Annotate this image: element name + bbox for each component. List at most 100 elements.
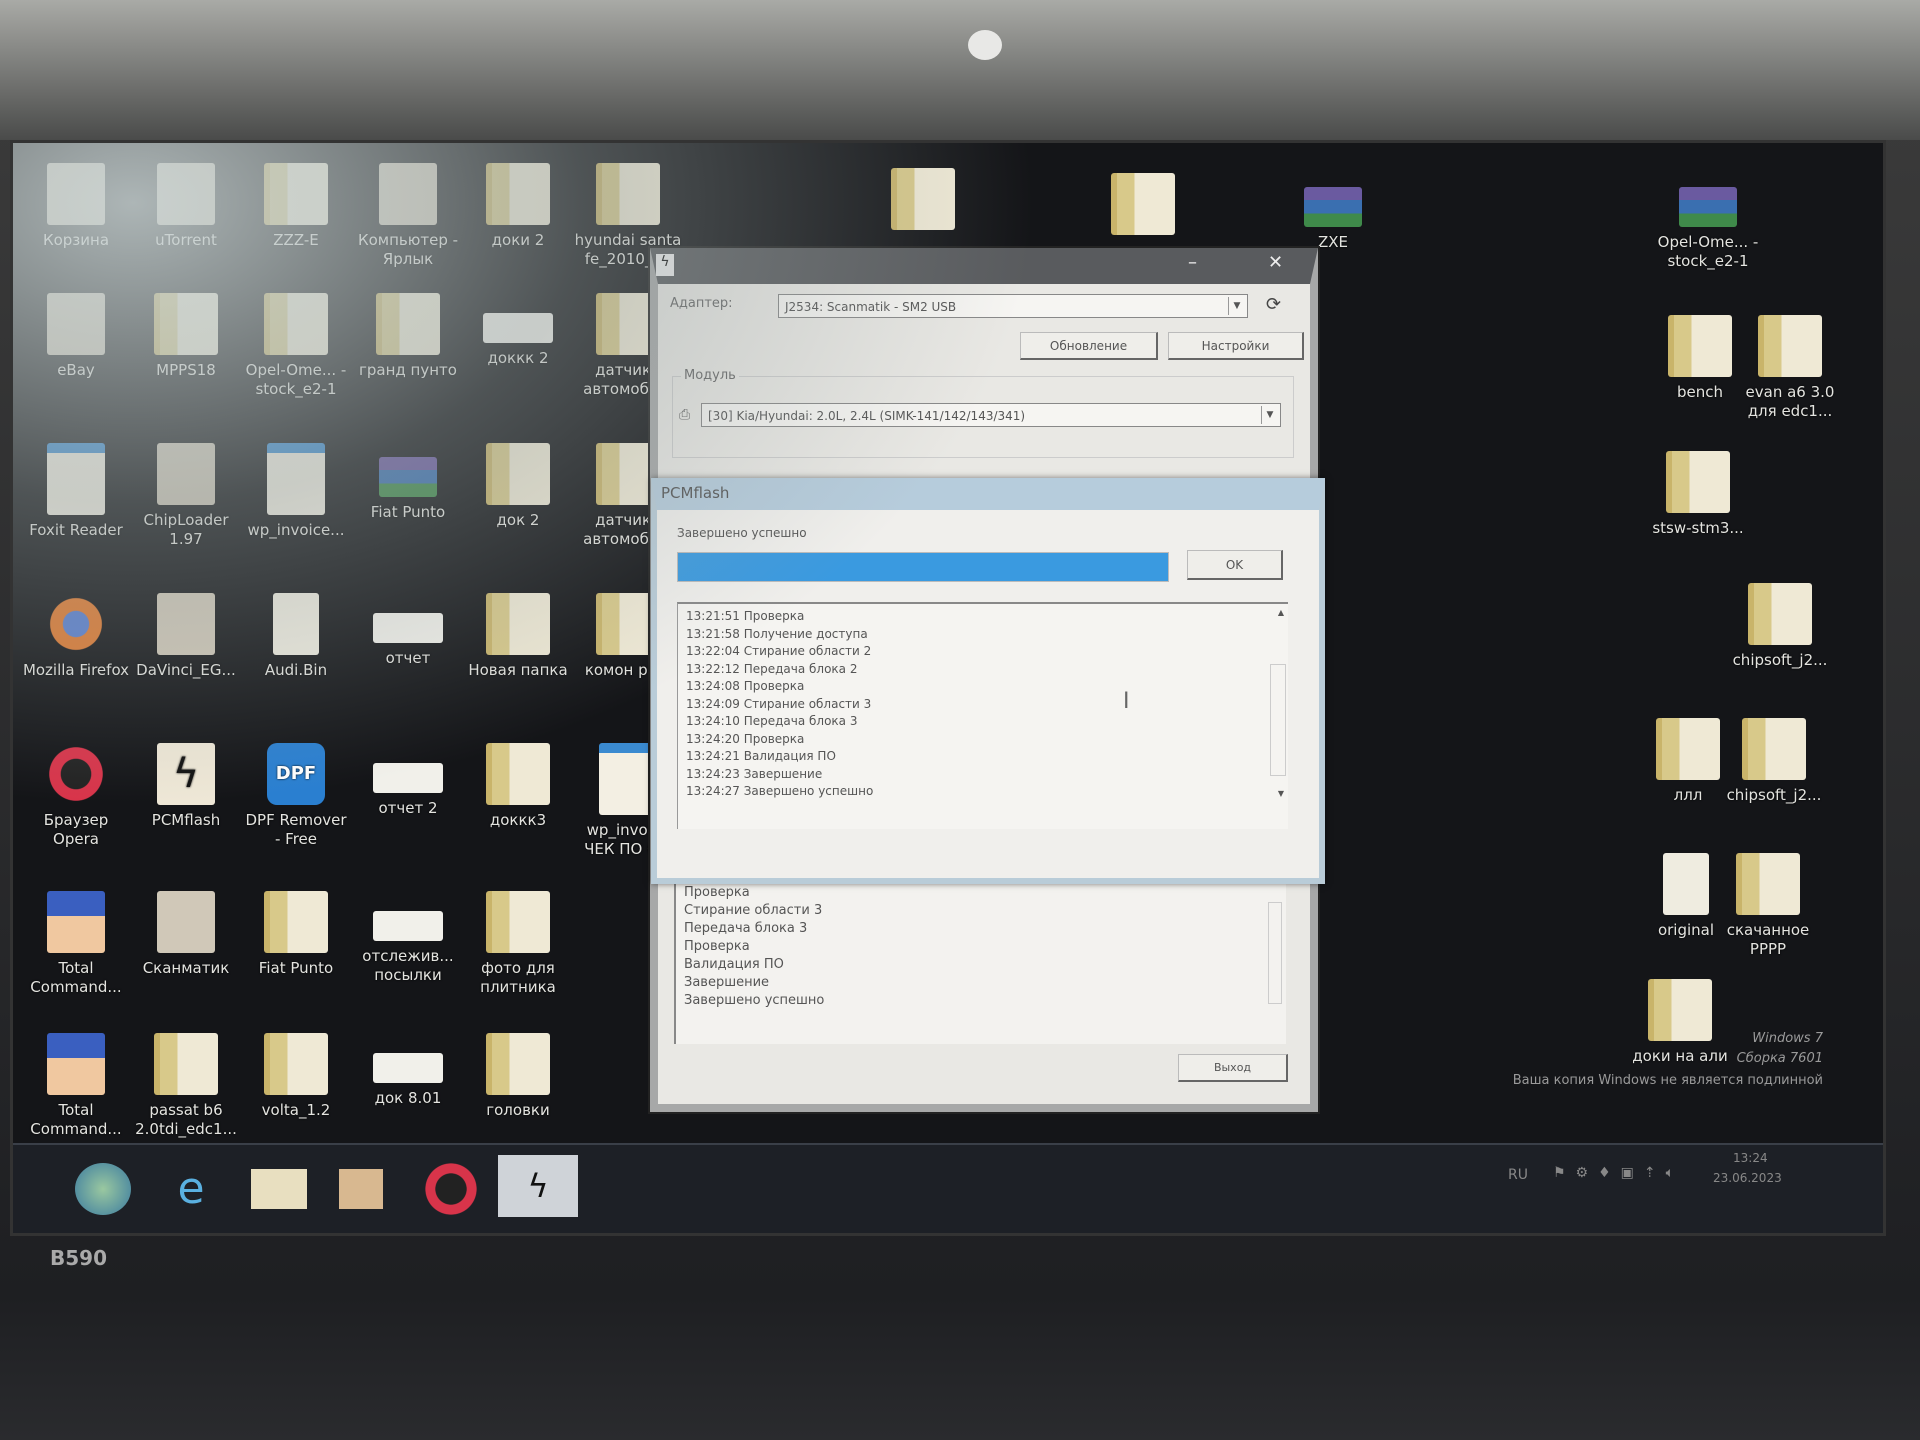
desktop-icon-opel-ome-stock-e2-1[interactable]: Opel-Ome... - stock_e2-1 (241, 293, 351, 399)
desktop-icon-браузер-opera[interactable]: Браузер Opera (21, 743, 131, 849)
desktop-icon-folder[interactable] (868, 168, 978, 236)
desktop-icon-mpps18[interactable]: MPPS18 (131, 293, 241, 380)
desktop-icon-total-command[interactable]: Total Command... (21, 1033, 131, 1139)
desktop-icon-chipsoft-j2[interactable]: chipsoft_j2... (1719, 718, 1829, 805)
update-button[interactable]: Обновление (1020, 332, 1158, 360)
desktop-icon-utorrent[interactable]: uTorrent (131, 163, 241, 250)
log-line: 13:24:21 Валидация ПО (686, 749, 836, 763)
scrollbar[interactable] (1268, 902, 1282, 1004)
opera-icon[interactable] (423, 1163, 479, 1215)
exit-button[interactable]: Выход (1178, 1054, 1288, 1082)
icon-label: отчет (385, 649, 431, 667)
desktop-icon-компьютер-ярлык[interactable]: Компьютер - Ярлык (353, 163, 463, 269)
folder-icon (1111, 173, 1175, 235)
chevron-down-icon: ▼ (1261, 406, 1278, 424)
desktop-icon-сканматик[interactable]: Сканматик (131, 891, 241, 978)
icon-label: Новая папка (468, 661, 568, 679)
desktop-icon-passat-b6-2-0tdi-edc1[interactable]: passat b6 2.0tdi_edc1... (131, 1033, 241, 1139)
opera-icon (47, 743, 105, 805)
desktop-icon-доккк-2[interactable]: доккк 2 (463, 293, 573, 368)
icon-label: доккк3 (489, 811, 547, 829)
desktop-icon-отслежив-посылки[interactable]: отслежив... посылки (353, 891, 463, 985)
icon-label: доккк 2 (487, 349, 549, 367)
app-icon (157, 593, 215, 655)
desktop-icon-новая-папка[interactable]: Новая папка (463, 593, 573, 680)
desktop-icon-доккк3[interactable]: доккк3 (463, 743, 573, 830)
taskbar: e ϟ RU ⚑⚙♦▣⇡🔈︎ 13:24 23.06.2023 (13, 1143, 1883, 1233)
desktop-icon-audi-bin[interactable]: Audi.Bin (241, 593, 351, 680)
minimize-button[interactable]: – (1188, 252, 1197, 273)
desktop-icon-evan-a6-3-0-для-edc1[interactable]: evan a6 3.0 для edc1... (1735, 315, 1845, 421)
desktop-icon-pcmflash[interactable]: ϟ PCMflash (131, 743, 241, 830)
desktop-icon-folder[interactable] (1088, 173, 1198, 241)
file-explorer-icon[interactable] (251, 1169, 307, 1209)
desktop-icon-головки[interactable]: головки (463, 1033, 573, 1120)
desktop-icon-корзина[interactable]: Корзина (21, 163, 131, 250)
log-line: Проверка (684, 885, 750, 900)
scroll-up-icon[interactable]: ▲ (1278, 608, 1284, 617)
file-icon (1663, 853, 1709, 915)
desktop-icon-док-8-01[interactable]: док 8.01 (353, 1033, 463, 1108)
desktop-icon-wp-invoice[interactable]: wp_invoice... (241, 443, 351, 540)
desktop-icon-opel-ome-stock-e2-1[interactable]: Opel-Ome... - stock_e2-1 (1653, 173, 1763, 271)
desktop-icon-chiploader-1-97[interactable]: ChipLoader 1.97 (131, 443, 241, 549)
desktop-icon-отчет-2[interactable]: отчет 2 (353, 743, 463, 818)
app-icon (47, 293, 105, 355)
refresh-icon[interactable]: ⟳ (1266, 294, 1281, 315)
pcmflash-dialog: PCMflash Завершено успешно OK 13:21:51 П… (651, 478, 1325, 884)
language-indicator[interactable]: RU (1508, 1167, 1528, 1183)
desktop-icon-скачанное-pppp[interactable]: скачанное PPPP (1713, 853, 1823, 959)
lock-icon[interactable]: ⎙ (679, 407, 690, 423)
desktop-icon-total-command[interactable]: Total Command... (21, 891, 131, 997)
desktop-icon-док-2[interactable]: док 2 (463, 443, 573, 530)
start-button[interactable] (75, 1163, 131, 1215)
desktop-icon-fiat-punto[interactable]: Fiat Punto (353, 443, 463, 522)
desktop-icon-chipsoft-j2[interactable]: chipsoft_j2... (1725, 583, 1835, 670)
folder-icon (1648, 979, 1712, 1041)
tray-icons[interactable]: ⚑⚙♦▣⇡🔈︎ (1553, 1165, 1684, 1181)
desktop-icon-отчет[interactable]: отчет (353, 593, 463, 668)
desktop-icon-foxit-reader[interactable]: Foxit Reader (21, 443, 131, 540)
media-player-icon[interactable] (339, 1169, 383, 1209)
desktop-icon-zxe[interactable]: ZXE (1278, 173, 1388, 252)
internet-explorer-icon[interactable]: e (163, 1163, 219, 1215)
scrollbar-thumb[interactable] (1270, 664, 1286, 776)
doc-icon (373, 911, 443, 941)
icon-label: eBay (57, 361, 95, 379)
main-log: Проверка Стирание области 3 Передача блока… (674, 884, 1286, 1044)
desktop-icon-stsw-stm3[interactable]: stsw-stm3... (1643, 451, 1753, 538)
desktop-icon-доки-2[interactable]: доки 2 (463, 163, 573, 250)
settings-button[interactable]: Настройки (1168, 332, 1304, 360)
folder-icon (376, 293, 440, 355)
icon-label: Audi.Bin (264, 661, 328, 679)
module-select[interactable]: [30] Kia/Hyundai: 2.0L, 2.4L (SIMK-141/1… (701, 403, 1281, 427)
pcmflash-taskbar-icon[interactable]: ϟ (498, 1155, 578, 1217)
desktop-icon-zzz-e[interactable]: ZZZ-E (241, 163, 351, 250)
pcm-icon: ϟ (157, 743, 215, 805)
log-line: 13:21:51 Проверка (686, 609, 805, 623)
icon-label: wp_invoice... (247, 521, 345, 539)
icon-label: скачанное PPPP (1726, 921, 1810, 958)
desktop-icon-davinci-eg[interactable]: DaVinci_EG... (131, 593, 241, 680)
watermark-line2: Сборка 7601 (1736, 1051, 1823, 1066)
desktop-icon-fiat-punto[interactable]: Fiat Punto (241, 891, 351, 978)
desktop-icon-volta-1-2[interactable]: volta_1.2 (241, 1033, 351, 1120)
rar-icon (1679, 187, 1737, 227)
desktop-icon-dpf-remover-free[interactable]: DPF DPF Remover - Free (241, 743, 351, 849)
desktop-icon-доки-на-али[interactable]: доки на али (1625, 979, 1735, 1066)
clock-time[interactable]: 13:24 (1733, 1151, 1768, 1165)
app-icon (157, 891, 215, 953)
icon-label: ChipLoader 1.97 (143, 511, 229, 548)
ok-button[interactable]: OK (1187, 550, 1283, 580)
desktop-icon-ebay[interactable]: eBay (21, 293, 131, 380)
folder-icon (154, 293, 218, 355)
close-button[interactable]: ✕ (1268, 252, 1283, 273)
desktop-icon-mozilla-firefox[interactable]: Mozilla Firefox (21, 593, 131, 680)
module-group-label: Модуль (681, 368, 739, 383)
folder-icon (1656, 718, 1720, 780)
scroll-down-icon[interactable]: ▼ (1278, 789, 1284, 798)
adapter-select[interactable]: J2534: Scanmatik - SM2 USB ▼ (778, 294, 1248, 318)
clock-date[interactable]: 23.06.2023 (1713, 1171, 1782, 1185)
desktop-icon-фото-для-плитника[interactable]: фото для плитника (463, 891, 573, 997)
desktop-icon-гранд-пунто[interactable]: гранд пунто (353, 293, 463, 380)
